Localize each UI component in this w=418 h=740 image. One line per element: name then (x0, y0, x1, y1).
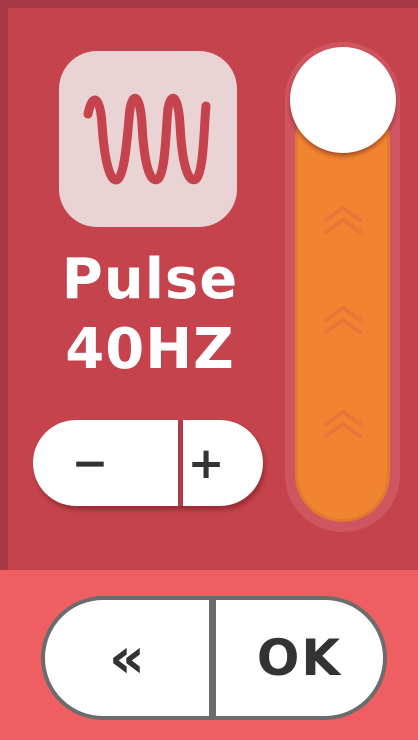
ok-button[interactable]: OK (216, 600, 383, 716)
mode-icon-tile (59, 51, 237, 227)
double-chevron-up-icon (318, 298, 368, 338)
top-border (0, 0, 418, 8)
action-divider (209, 596, 216, 720)
left-border (0, 0, 8, 570)
frequency-stepper: − + (33, 420, 263, 506)
increase-button[interactable]: + (149, 420, 263, 506)
mode-name: Pulse (61, 247, 239, 312)
back-button[interactable]: « (45, 600, 209, 716)
intensity-slider-thumb[interactable] (290, 47, 396, 153)
mode-frequency: 40HZ (65, 317, 235, 382)
decrease-button[interactable]: − (33, 420, 147, 506)
double-chevron-up-icon (318, 198, 368, 238)
double-chevron-up-icon (318, 402, 368, 442)
sine-wave-icon (78, 84, 218, 194)
